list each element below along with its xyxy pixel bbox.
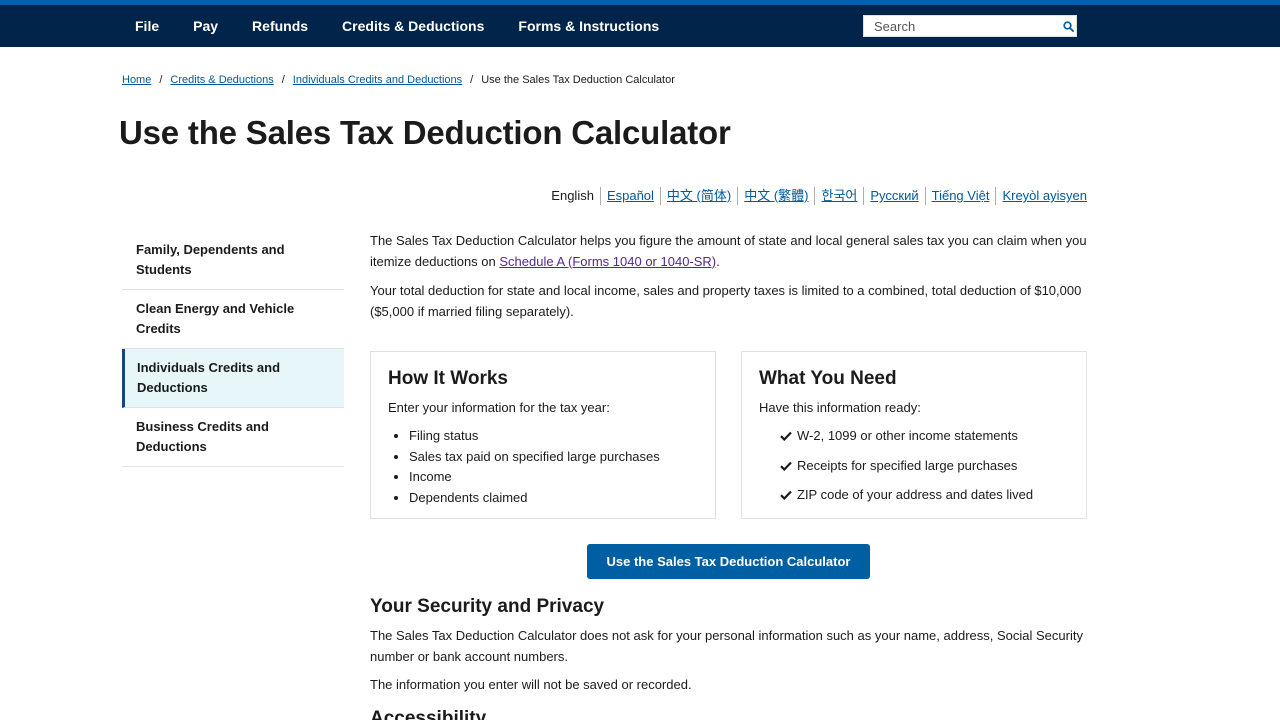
breadcrumb-separator: / xyxy=(281,74,285,86)
breadcrumb-link-individuals-credits[interactable]: Individuals Credits and Deductions xyxy=(293,74,462,86)
check-icon xyxy=(780,490,793,501)
language-link-spanish[interactable]: Español xyxy=(599,187,660,205)
security-privacy-title: Your Security and Privacy xyxy=(370,596,605,617)
top-navigation: File Pay Refunds Credits & Deductions Fo… xyxy=(0,0,1280,47)
language-link-korean[interactable]: 한국어 xyxy=(814,187,863,205)
info-cards: How It Works Enter your information for … xyxy=(370,351,1087,519)
language-link-haitian-creole[interactable]: Kreyòl ayisyen xyxy=(995,187,1087,205)
nav-item-refunds[interactable]: Refunds xyxy=(235,18,325,34)
breadcrumb-link-home[interactable]: Home xyxy=(122,74,151,86)
list-item: Income xyxy=(409,467,698,488)
breadcrumb: Home / Credits & Deductions / Individual… xyxy=(122,74,675,86)
main-content: The Sales Tax Deduction Calculator helps… xyxy=(370,231,1087,720)
use-calculator-button[interactable]: Use the Sales Tax Deduction Calculator xyxy=(587,544,870,579)
how-it-works-list: Filing status Sales tax paid on specifie… xyxy=(388,426,698,508)
list-item-text: ZIP code of your address and dates lived xyxy=(797,487,1034,502)
sidebar-nav: Family, Dependents and Students Clean En… xyxy=(122,231,344,467)
deduction-limit-paragraph: Your total deduction for state and local… xyxy=(370,283,1082,319)
nav-item-credits-deductions[interactable]: Credits & Deductions xyxy=(325,18,501,34)
intro-text-end: . xyxy=(716,253,720,269)
language-link-chinese-traditional[interactable]: 中文 (繁體) xyxy=(737,187,814,205)
breadcrumb-separator: / xyxy=(159,74,163,86)
how-it-works-intro: Enter your information for the tax year: xyxy=(388,400,610,415)
list-item: ZIP code of your address and dates lived xyxy=(780,485,1069,506)
nav-menu: File Pay Refunds Credits & Deductions Fo… xyxy=(118,5,676,47)
search-input[interactable] xyxy=(864,16,1060,36)
how-it-works-title: How It Works xyxy=(388,368,508,389)
what-you-need-list: W-2, 1099 or other income statements Rec… xyxy=(759,426,1069,506)
list-item: Receipts for specified large purchases xyxy=(780,456,1069,477)
language-link-russian[interactable]: Русский xyxy=(863,187,924,205)
breadcrumb-current: Use the Sales Tax Deduction Calculator xyxy=(481,74,675,86)
nav-item-forms-instructions[interactable]: Forms & Instructions xyxy=(501,18,676,34)
check-icon xyxy=(780,461,793,471)
search-icon[interactable] xyxy=(1060,16,1076,36)
intro-paragraph: The Sales Tax Deduction Calculator helps… xyxy=(370,231,1087,272)
language-current: English xyxy=(551,188,594,203)
how-it-works-card: How It Works Enter your information for … xyxy=(370,351,716,519)
list-item-text: W-2, 1099 or other income statements xyxy=(797,428,1018,443)
nav-item-pay[interactable]: Pay xyxy=(176,18,235,34)
what-you-need-title: What You Need xyxy=(759,368,897,389)
sidebar-item-family-dependents[interactable]: Family, Dependents and Students xyxy=(122,231,344,290)
sidebar-item-individuals-credits[interactable]: Individuals Credits and Deductions xyxy=(122,349,344,408)
search-box xyxy=(863,15,1077,37)
breadcrumb-separator: / xyxy=(470,74,474,86)
list-item: W-2, 1099 or other income statements xyxy=(780,426,1069,447)
list-item: Sales tax paid on specified large purcha… xyxy=(409,447,698,468)
not-saved-paragraph: The information you enter will not be sa… xyxy=(370,677,692,692)
breadcrumb-link-credits-deductions[interactable]: Credits & Deductions xyxy=(170,74,273,86)
language-selector: English Español 中文 (简体) 中文 (繁體) 한국어 Русс… xyxy=(545,187,1087,205)
schedule-a-link[interactable]: Schedule A (Forms 1040 or 1040-SR) xyxy=(499,254,716,269)
sidebar-item-business-credits[interactable]: Business Credits and Deductions xyxy=(122,408,344,467)
language-link-chinese-simplified[interactable]: 中文 (简体) xyxy=(659,187,737,205)
list-item: Filing status xyxy=(409,426,698,447)
what-you-need-intro: Have this information ready: xyxy=(759,400,921,415)
sidebar-item-clean-energy[interactable]: Clean Energy and Vehicle Credits xyxy=(122,290,344,349)
list-item-text: Receipts for specified large purchases xyxy=(797,457,1018,473)
language-link-vietnamese[interactable]: Tiếng Việt xyxy=(924,187,996,205)
nav-item-file[interactable]: File xyxy=(118,18,176,34)
list-item: Dependents claimed xyxy=(409,488,698,509)
what-you-need-card: What You Need Have this information read… xyxy=(741,351,1087,519)
intro-text: The Sales Tax Deduction Calculator helps… xyxy=(370,233,1087,269)
page-title: Use the Sales Tax Deduction Calculator xyxy=(119,114,731,151)
security-paragraph: The Sales Tax Deduction Calculator does … xyxy=(370,628,1083,664)
check-icon xyxy=(780,431,793,442)
accessibility-title: Accessibility xyxy=(370,708,487,720)
